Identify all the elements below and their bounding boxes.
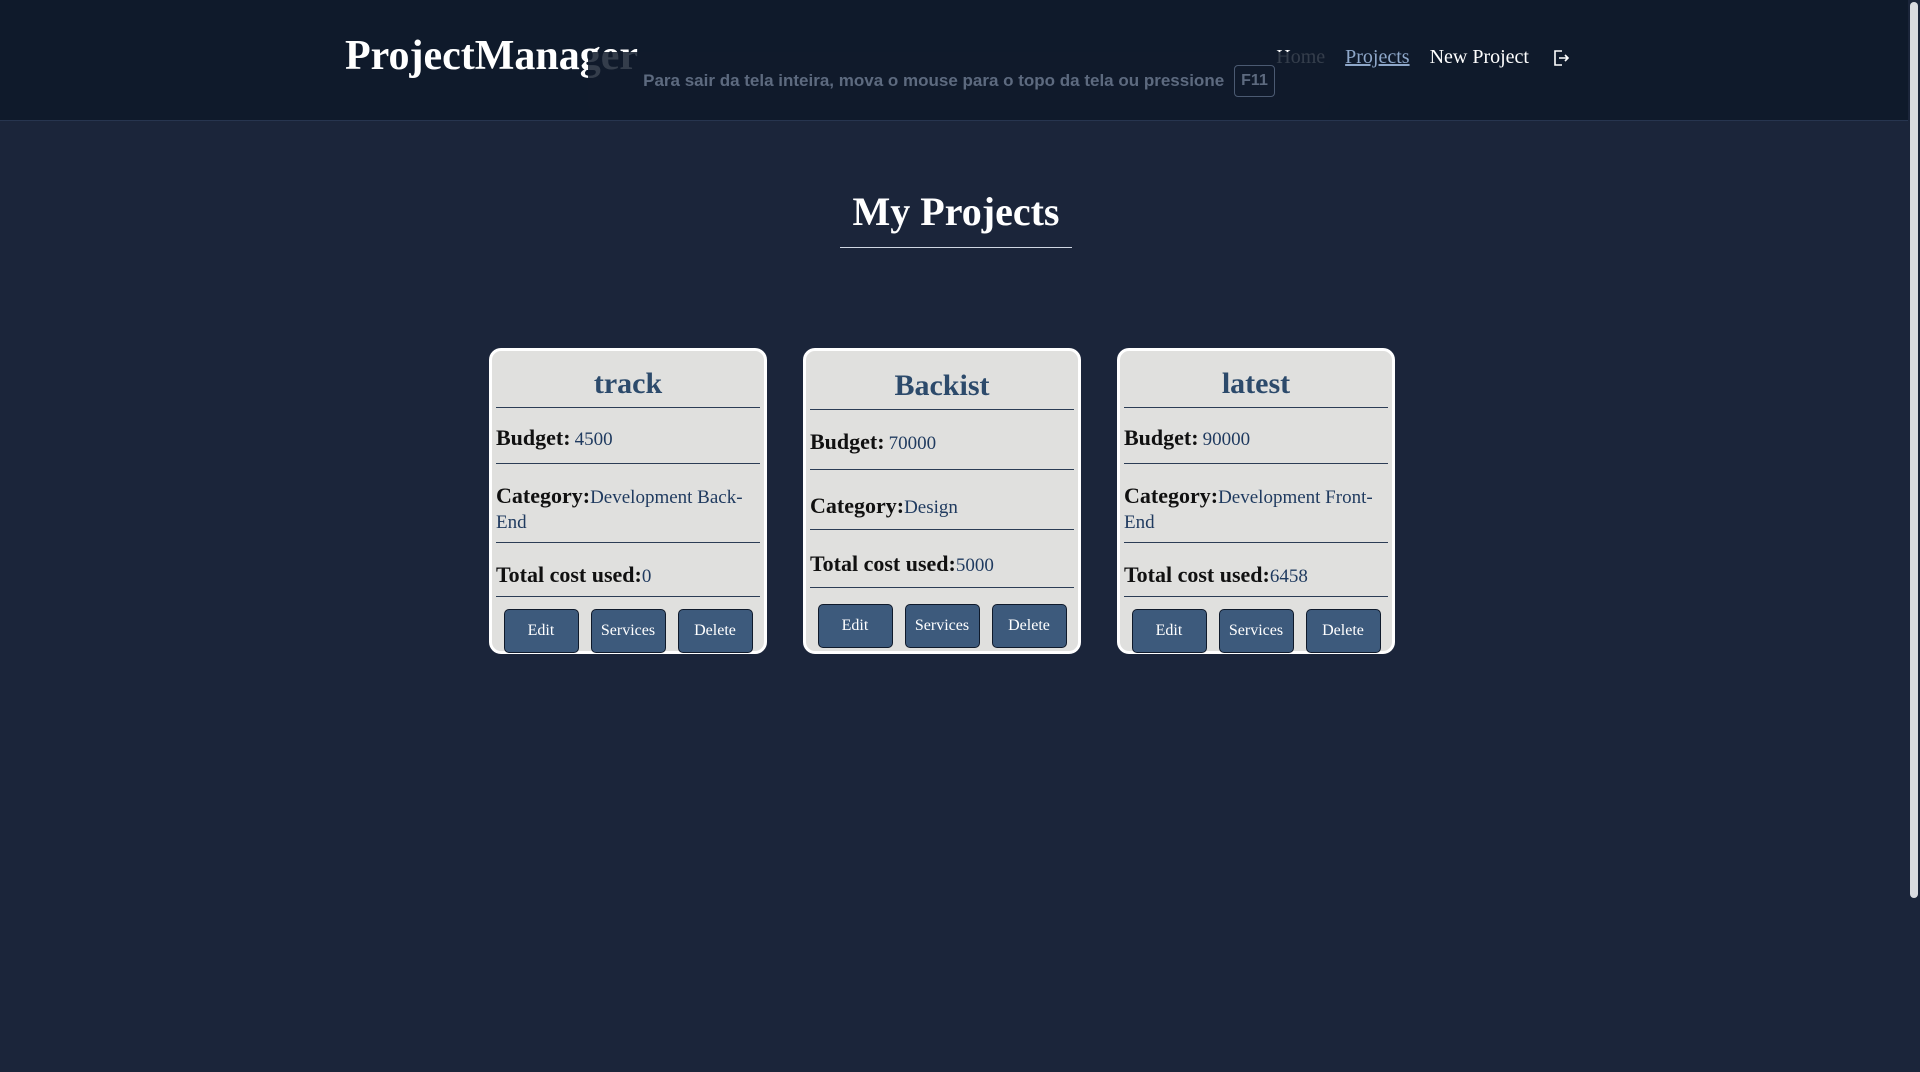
delete-button[interactable]: Delete bbox=[991, 604, 1067, 648]
delete-button[interactable]: Delete bbox=[677, 609, 753, 653]
services-button[interactable]: Services bbox=[590, 609, 666, 653]
project-category-row: Category:Development Front-End bbox=[1124, 464, 1388, 543]
edit-button[interactable]: Edit bbox=[503, 609, 579, 653]
project-budget-row: Budget: 70000 bbox=[810, 410, 1074, 470]
total-cost-label: Total cost used: bbox=[1124, 562, 1270, 587]
page-title-container: My Projects bbox=[0, 188, 1912, 248]
scrollbar-thumb[interactable] bbox=[1910, 2, 1918, 898]
total-cost-label: Total cost used: bbox=[810, 551, 956, 576]
nav-link-new-project[interactable]: New Project bbox=[1430, 46, 1529, 69]
category-label: Category: bbox=[1124, 483, 1219, 508]
project-cards: track Budget: 4500 Category:Development … bbox=[489, 348, 1395, 654]
delete-button[interactable]: Delete bbox=[1305, 609, 1381, 653]
budget-value: 90000 bbox=[1202, 429, 1251, 450]
budget-value: 4500 bbox=[574, 429, 613, 450]
category-label: Category: bbox=[496, 483, 591, 508]
project-name: latest bbox=[1124, 351, 1388, 408]
card-actions: Edit Services Delete bbox=[496, 609, 760, 653]
budget-label: Budget: bbox=[496, 425, 571, 450]
total-cost-value: 5000 bbox=[955, 555, 994, 576]
edit-button[interactable]: Edit bbox=[817, 604, 893, 648]
budget-value: 70000 bbox=[888, 433, 937, 454]
top-navbar: ProjectManager Home Projects New Project… bbox=[0, 0, 1920, 121]
fullscreen-notice-text: Para sair da tela inteira, mova o mouse … bbox=[643, 71, 1225, 90]
project-total-cost-row: Total cost used:6458 bbox=[1124, 543, 1388, 597]
nav-link-projects[interactable]: Projects bbox=[1345, 46, 1409, 69]
budget-label: Budget: bbox=[810, 429, 885, 454]
total-cost-value: 0 bbox=[641, 566, 652, 587]
project-name: track bbox=[496, 351, 760, 408]
project-name: Backist bbox=[810, 351, 1074, 410]
card-actions: Edit Services Delete bbox=[1124, 609, 1388, 653]
category-value: Design bbox=[904, 497, 958, 518]
vertical-scrollbar[interactable] bbox=[1908, 0, 1920, 1072]
card-actions: Edit Services Delete bbox=[810, 604, 1074, 648]
total-cost-value: 6458 bbox=[1269, 566, 1308, 587]
fullscreen-notice: Para sair da tela inteira, mova o mouse … bbox=[588, 52, 1330, 110]
project-total-cost-row: Total cost used:0 bbox=[496, 543, 760, 597]
budget-label: Budget: bbox=[1124, 425, 1199, 450]
project-card: Backist Budget: 70000 Category:Design To… bbox=[803, 348, 1081, 654]
page-title: My Projects bbox=[839, 188, 1073, 248]
edit-button[interactable]: Edit bbox=[1131, 609, 1207, 653]
project-card: track Budget: 4500 Category:Development … bbox=[489, 348, 767, 654]
project-budget-row: Budget: 4500 bbox=[496, 408, 760, 464]
services-button[interactable]: Services bbox=[904, 604, 980, 648]
services-button[interactable]: Services bbox=[1218, 609, 1294, 653]
project-category-row: Category:Development Back-End bbox=[496, 464, 760, 543]
project-budget-row: Budget: 90000 bbox=[1124, 408, 1388, 464]
category-label: Category: bbox=[810, 493, 905, 518]
total-cost-label: Total cost used: bbox=[496, 562, 642, 587]
project-total-cost-row: Total cost used:5000 bbox=[810, 530, 1074, 588]
project-category-row: Category:Design bbox=[810, 470, 1074, 530]
fullscreen-key-hint: F11 bbox=[1234, 65, 1275, 97]
project-card: latest Budget: 90000 Category:Developmen… bbox=[1117, 348, 1395, 654]
logout-icon[interactable] bbox=[1551, 48, 1571, 68]
